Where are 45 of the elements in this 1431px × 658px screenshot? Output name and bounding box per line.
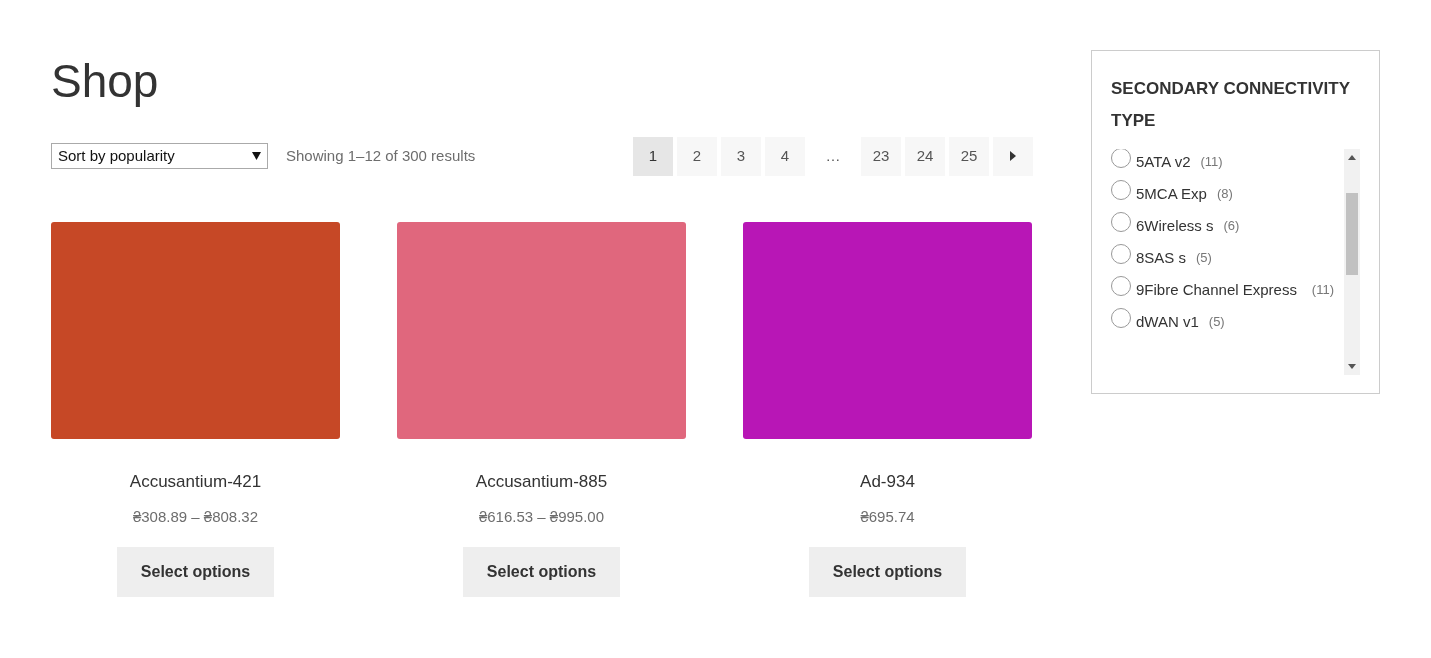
filter-count: (11) xyxy=(1200,153,1223,171)
filter-count: (5) xyxy=(1208,313,1225,331)
filter-count: (5) xyxy=(1196,249,1212,267)
radio-button[interactable] xyxy=(1111,308,1131,328)
result-count: Showing 1–12 of 300 results xyxy=(286,145,476,166)
sort-dropdown[interactable]: Sort by popularity xyxy=(51,143,268,170)
filter-count: (11) xyxy=(1311,281,1334,299)
filter-label[interactable]: dWAN v1 xyxy=(1136,309,1199,334)
page-link[interactable]: 25 xyxy=(949,136,989,176)
filter-label[interactable]: 8SAS s xyxy=(1136,245,1187,270)
widget-title: SECONDARY CONNECTIVITY TYPE xyxy=(1111,78,1351,132)
product-price: ₴695.74 xyxy=(859,507,916,528)
scroll-up-icon[interactable] xyxy=(1348,155,1356,160)
radio-button[interactable] xyxy=(1111,149,1131,168)
radio-button[interactable] xyxy=(1111,180,1131,200)
radio-button[interactable] xyxy=(1111,244,1131,264)
filter-label[interactable]: 9Fibre Channel Express xyxy=(1136,277,1297,302)
next-icon xyxy=(1010,151,1016,162)
product-price: ₴308.89 – ₴808.32 xyxy=(131,507,260,528)
filter-count: (8) xyxy=(1216,185,1233,203)
product-name[interactable]: Accusantium-885 xyxy=(397,468,686,495)
ellipsis: … xyxy=(824,145,842,166)
page-link[interactable]: 2 xyxy=(677,136,717,176)
filter-label[interactable]: 5ATA v2 xyxy=(1136,149,1191,174)
select-options-button[interactable]: Select options xyxy=(808,546,967,597)
page-link[interactable]: 4 xyxy=(765,136,805,176)
radio-button[interactable] xyxy=(1111,276,1131,296)
scroll-down-icon[interactable] xyxy=(1348,364,1356,369)
product-name[interactable]: Accusantium-421 xyxy=(51,468,340,495)
page-link[interactable]: 1 xyxy=(633,136,673,176)
page-link[interactable]: 24 xyxy=(905,136,945,176)
select-options-button[interactable]: Select options xyxy=(116,546,275,597)
next-page-button[interactable] xyxy=(993,136,1033,176)
radio-button[interactable] xyxy=(1111,212,1131,232)
page-title: Shop xyxy=(51,56,160,107)
page-link[interactable]: 3 xyxy=(721,136,761,176)
select-options-button[interactable]: Select options xyxy=(462,546,621,597)
filter-count: (6) xyxy=(1223,217,1240,235)
filter-label[interactable]: 6Wireless s xyxy=(1136,213,1214,238)
product-price: ₴616.53 – ₴995.00 xyxy=(477,507,606,528)
page-link[interactable]: 23 xyxy=(861,136,901,176)
caret-icon xyxy=(252,152,261,161)
scrollbar[interactable] xyxy=(1344,149,1360,375)
filter-label[interactable]: 5MCA Exp xyxy=(1136,181,1207,206)
product-name[interactable]: Ad-934 xyxy=(743,468,1032,495)
